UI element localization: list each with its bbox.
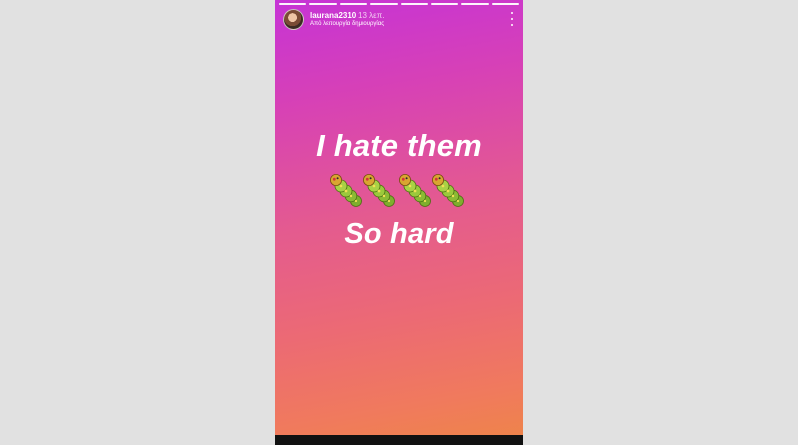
- story-bottom-bar: [275, 435, 523, 445]
- progress-segment: [339, 3, 368, 5]
- avatar[interactable]: [283, 9, 304, 30]
- more-vertical-icon[interactable]: [509, 12, 515, 26]
- caterpillar-emoji: [362, 173, 395, 207]
- story-card[interactable]: laurana2310 13 λεπ. Από λειτουργία δημιο…: [275, 0, 523, 445]
- progress-segment: [461, 3, 489, 5]
- progress-segment: [430, 3, 459, 5]
- more-dot: [511, 12, 513, 14]
- story-time-ago: 13 λεπ.: [358, 11, 385, 20]
- caterpillar-emoji: [330, 173, 362, 207]
- progress-segment: [370, 3, 398, 5]
- caterpillar-emoji: [431, 173, 464, 207]
- story-caption-line-2: So hard: [344, 218, 454, 250]
- more-dot: [511, 18, 513, 20]
- progress-segment: [309, 3, 337, 5]
- story-progress-bar: [279, 3, 519, 5]
- progress-segment: [279, 3, 307, 5]
- caterpillar-emoji-row: [330, 173, 464, 207]
- story-caption-line-1: I hate them: [316, 128, 482, 163]
- story-subtitle[interactable]: Από λειτουργία δημιουργίας: [310, 21, 384, 27]
- username[interactable]: laurana2310: [310, 11, 356, 20]
- page-background: laurana2310 13 λεπ. Από λειτουργία δημιο…: [0, 0, 798, 445]
- progress-segment: [491, 3, 519, 5]
- caterpillar-emoji: [398, 173, 431, 207]
- progress-segment: [400, 3, 428, 5]
- more-dot: [511, 24, 513, 26]
